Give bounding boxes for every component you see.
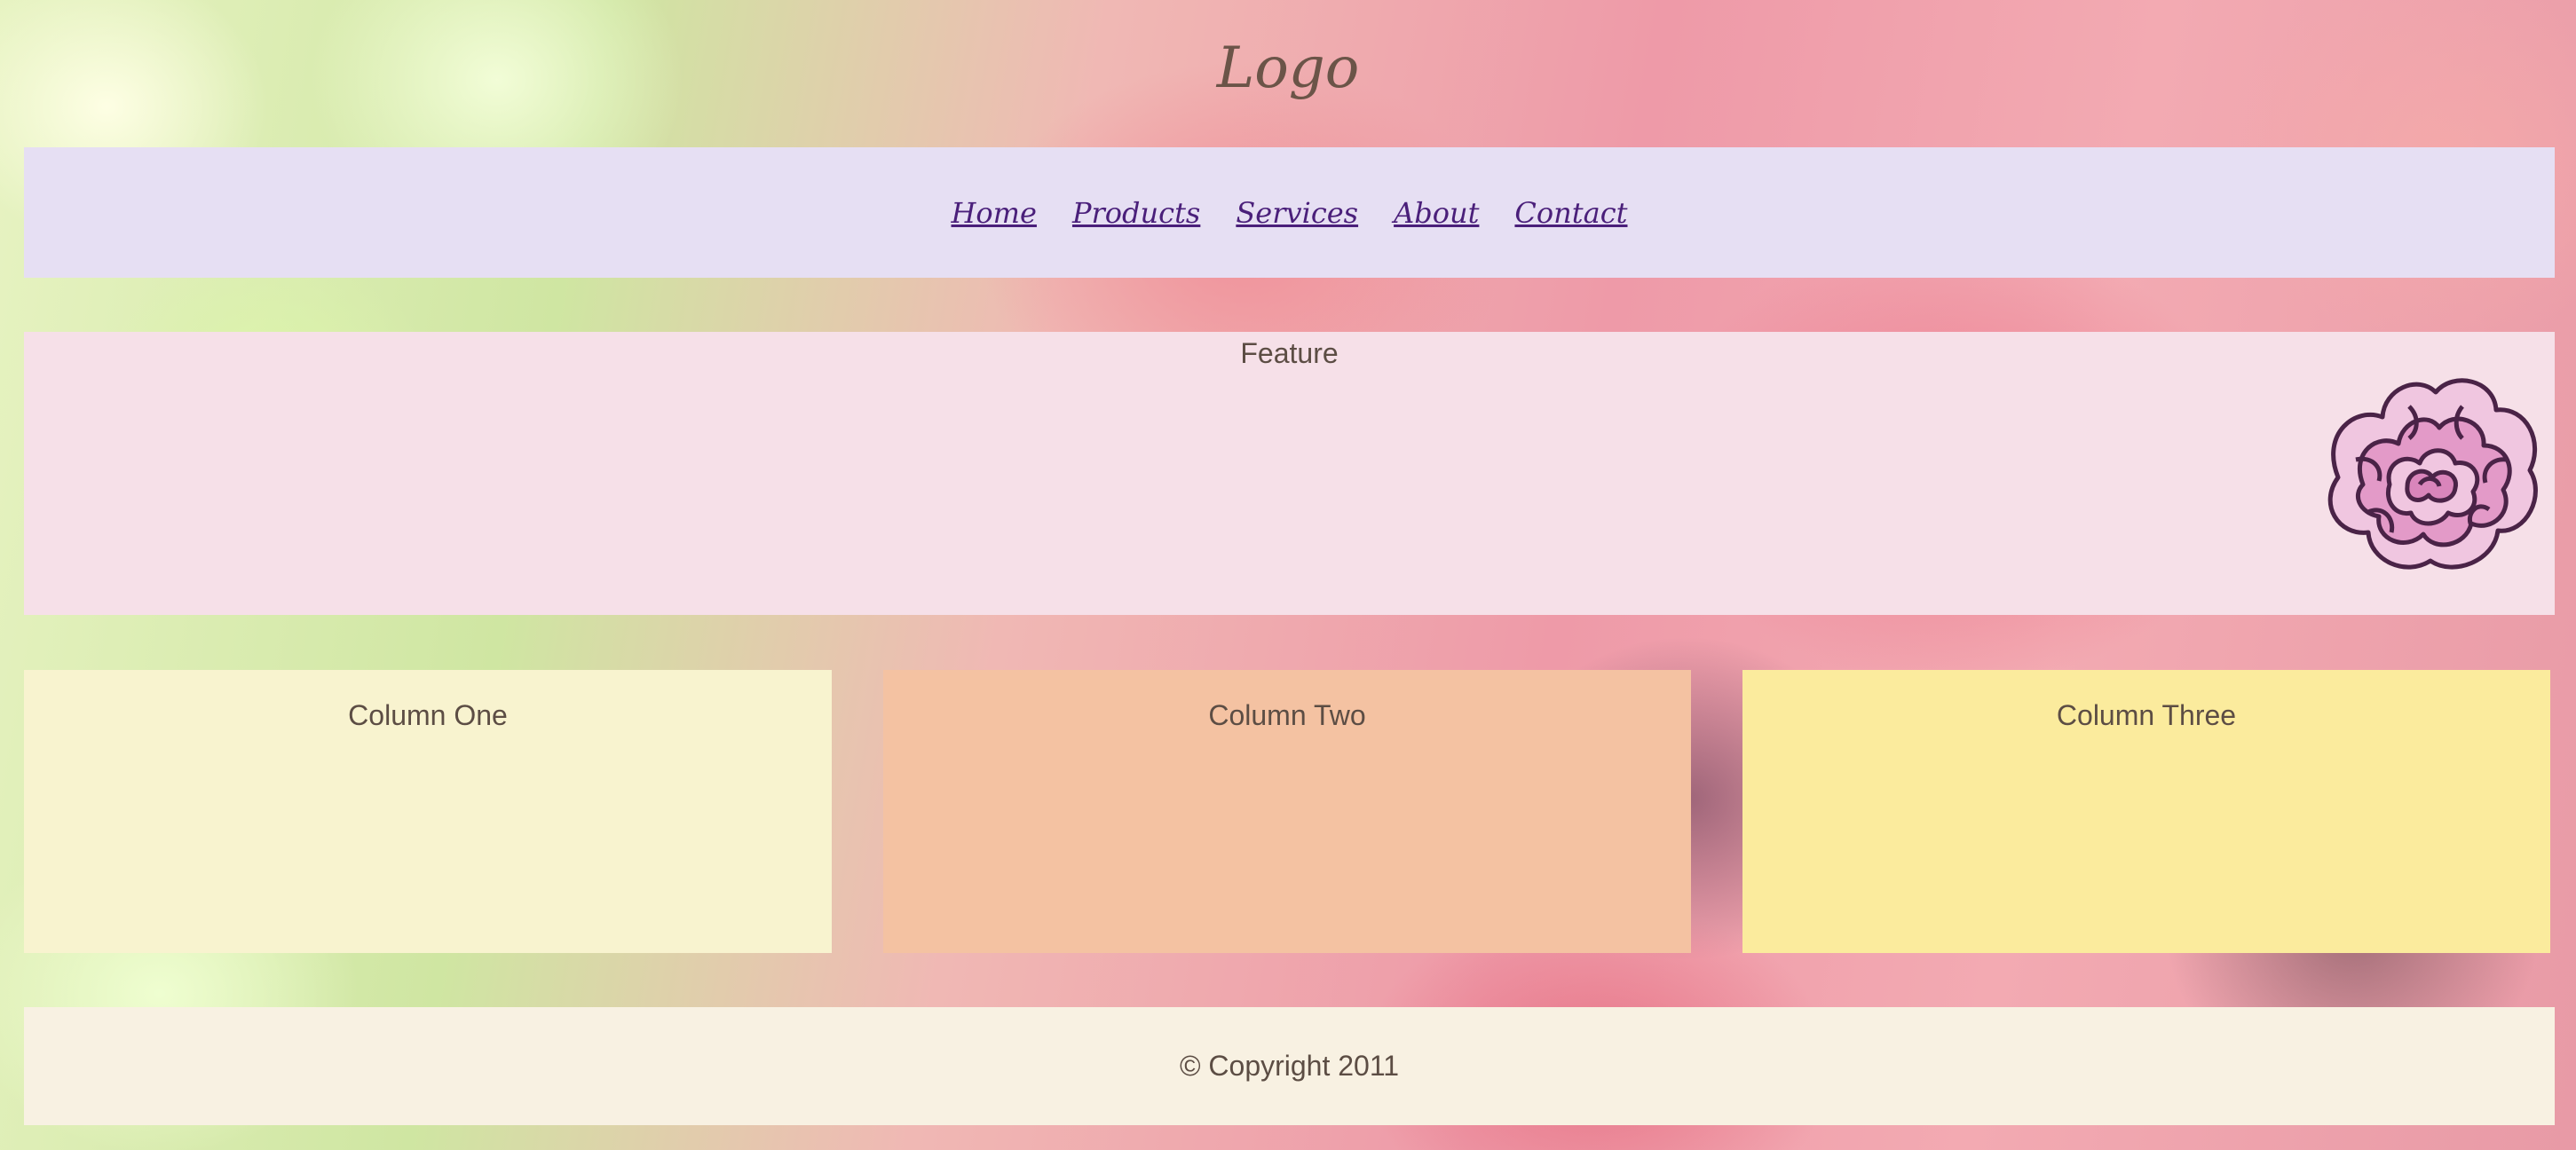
- main-nav: Home Products Services About Contact: [24, 147, 2555, 278]
- column-two-title: Column Two: [1208, 699, 1366, 731]
- nav-link-contact[interactable]: Contact: [1514, 196, 1627, 230]
- column-three-title: Column Three: [2056, 699, 2237, 731]
- nav-link-home[interactable]: Home: [952, 196, 1037, 230]
- column-two: Column Two: [883, 670, 1691, 953]
- footer: © Copyright 2011: [24, 1007, 2555, 1125]
- nav-link-services[interactable]: Services: [1236, 196, 1358, 230]
- rose-icon: [2327, 378, 2538, 570]
- feature-title: Feature: [1240, 337, 1339, 369]
- site-logo[interactable]: Logo: [0, 28, 2576, 108]
- nav-link-about[interactable]: About: [1394, 196, 1479, 230]
- column-one-title: Column One: [348, 699, 508, 731]
- feature-section: Feature: [24, 332, 2555, 615]
- copyright-text: © Copyright 2011: [1179, 1050, 1400, 1082]
- column-three: Column Three: [1742, 670, 2550, 953]
- nav-link-products[interactable]: Products: [1072, 196, 1200, 230]
- column-one: Column One: [24, 670, 832, 953]
